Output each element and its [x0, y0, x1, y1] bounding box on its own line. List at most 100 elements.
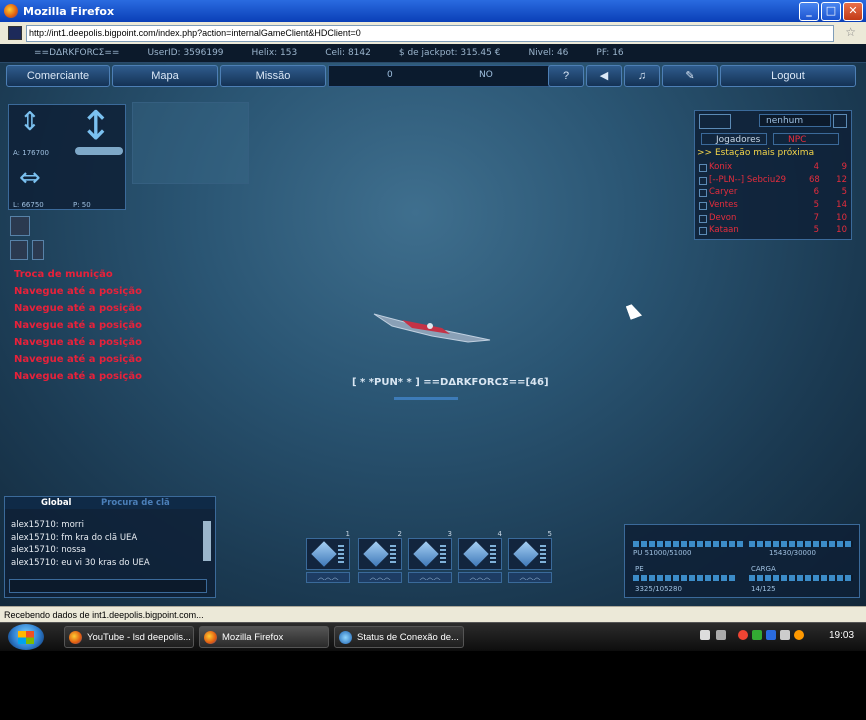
- tab-npc[interactable]: NPC: [773, 133, 839, 145]
- taskbar-item-connection[interactable]: Status de Conexão de...: [334, 626, 464, 648]
- start-button[interactable]: [8, 624, 44, 650]
- player-list: Konix 4 9 [--PLN--] Sebciu29 68 12 Caryer 6 5 …: [695, 161, 851, 237]
- repair-icon[interactable]: [10, 240, 28, 260]
- window-titlebar: Mozilla Firefox _ □ ✕: [0, 0, 866, 22]
- address-input[interactable]: http://int1.deepolis.bigpoint.com/index.…: [26, 25, 834, 42]
- upgrade-arrow-icon[interactable]: ︿︿︿: [508, 572, 552, 583]
- chat-line: alex15710: eu vi 30 kras do UEA: [11, 557, 150, 568]
- mouse-cursor-icon: [625, 302, 643, 320]
- upgrade-arrow-icon[interactable]: ︿︿︿: [358, 572, 402, 583]
- network-tray-icon[interactable]: [766, 630, 776, 640]
- nivel-text: Nivel: 46: [528, 48, 569, 58]
- weapon-slot[interactable]: 3 ︿︿︿: [408, 530, 452, 588]
- window-title: Mozilla Firefox: [23, 4, 115, 18]
- battery-icon: [32, 240, 44, 260]
- pu-label: PU 51000/51000: [633, 549, 692, 557]
- helix-text: Helix: 153: [251, 48, 298, 58]
- message-item: Navegue até a posição: [14, 286, 142, 297]
- comerciante-button[interactable]: Comerciante: [6, 65, 110, 87]
- weapon-icon: [463, 541, 489, 567]
- tab-procura-cla[interactable]: Procura de clã: [101, 498, 170, 508]
- depth-arrow-icon[interactable]: ↕: [79, 106, 113, 146]
- weapon-slot[interactable]: 2 ︿︿︿: [358, 530, 402, 588]
- address-bar-area: http://int1.deepolis.bigpoint.com/index.…: [0, 22, 866, 45]
- carga-bar: [749, 575, 853, 581]
- weapon-slot[interactable]: 4 ︿︿︿: [458, 530, 502, 588]
- minimize-button[interactable]: _: [799, 2, 819, 21]
- panel-header: nenhum: [695, 111, 851, 131]
- ammo-bars: [338, 545, 344, 565]
- upgrade-arrow-icon[interactable]: ︿︿︿: [458, 572, 502, 583]
- minimap[interactable]: [132, 102, 249, 184]
- tab-global[interactable]: Global: [41, 498, 71, 508]
- username-text: ==DΔRKFORCΣ==: [34, 48, 120, 58]
- taskbar-item-firefox[interactable]: Mozilla Firefox: [199, 626, 329, 648]
- maximize-button[interactable]: □: [821, 2, 841, 21]
- music-icon[interactable]: ♫: [624, 65, 660, 87]
- longitude-value: L: 66750: [13, 201, 44, 209]
- chat-input[interactable]: [9, 579, 207, 593]
- chat-line: alex15710: morri: [11, 520, 84, 530]
- help-tray-icon[interactable]: [700, 630, 710, 640]
- game-menu-bar: Comerciante Mapa Missão 0 NO ? ◀ ♫ ✎ Log…: [6, 65, 856, 87]
- carga-value: 14/125: [751, 585, 776, 593]
- tab-jogadores[interactable]: Jogadores: [701, 133, 767, 145]
- upgrade-arrow-icon[interactable]: ︿︿︿: [408, 572, 452, 583]
- tray-icon[interactable]: [752, 630, 762, 640]
- player-row[interactable]: Devon 7 10: [695, 212, 851, 225]
- player-icon: [699, 227, 707, 236]
- center-status-box: 0 NO: [328, 65, 552, 87]
- game-canvas[interactable]: ==DΔRKFORCΣ== UserID: 3596199 Helix: 153…: [0, 44, 866, 606]
- upgrade-arrow-icon[interactable]: ︿︿︿: [306, 572, 350, 583]
- system-tray: 19:03: [698, 627, 866, 647]
- player-health-bar: [394, 397, 458, 400]
- volume-icon[interactable]: [780, 630, 790, 640]
- player-submarine[interactable]: [372, 306, 494, 346]
- player-row[interactable]: Konix 4 9: [695, 161, 851, 174]
- message-item: Navegue até a posição: [14, 320, 142, 331]
- message-item: Navegue até a posição: [14, 337, 142, 348]
- tray-icon[interactable]: [794, 630, 804, 640]
- player-row[interactable]: Kataan 5 10: [695, 224, 851, 237]
- missao-button[interactable]: Missão: [220, 65, 326, 87]
- weapon-slot[interactable]: 5 ︿︿︿: [508, 530, 552, 588]
- antivirus-icon[interactable]: [738, 630, 748, 640]
- close-panel-icon[interactable]: [833, 114, 847, 128]
- player-icon: [699, 202, 707, 211]
- player-icon: [699, 214, 707, 223]
- tray-icon[interactable]: [716, 630, 726, 640]
- weapon-icon: [311, 541, 337, 567]
- station-link[interactable]: >> Estação mais próxima: [697, 148, 814, 158]
- help-button[interactable]: ?: [548, 65, 584, 87]
- toggle-icon[interactable]: [699, 114, 731, 129]
- weapon-icon: [413, 541, 439, 567]
- bookmark-star-icon[interactable]: ☆: [845, 25, 856, 39]
- browser-status-bar: Recebendo dados de int1.deepolis.bigpoin…: [0, 606, 866, 622]
- weapon-slot[interactable]: 1 ︿︿︿: [306, 530, 350, 588]
- message-item: Navegue até a posição: [14, 371, 142, 382]
- ammo-icon[interactable]: [10, 216, 30, 236]
- player-row[interactable]: Caryer 6 5: [695, 186, 851, 199]
- clock[interactable]: 19:03: [829, 630, 854, 641]
- up-down-arrow-icon[interactable]: ⇕: [19, 109, 41, 135]
- message-item: Navegue até a posição: [14, 303, 142, 314]
- ship-stats-panel: PU 51000/51000 15430/30000 PE CARGA 3325…: [624, 524, 860, 598]
- settings-icon[interactable]: ✎: [662, 65, 718, 87]
- player-row[interactable]: Ventes 5 14: [695, 199, 851, 212]
- chat-scrollbar[interactable]: [203, 521, 211, 561]
- sound-icon[interactable]: ◀: [586, 65, 622, 87]
- left-right-arrow-icon[interactable]: ⇔: [19, 165, 41, 191]
- taskbar: YouTube - lsd deepolis... Mozilla Firefo…: [0, 622, 866, 651]
- player-row[interactable]: [--PLN--] Sebciu29 68 12: [695, 174, 851, 187]
- logout-button[interactable]: Logout: [720, 65, 856, 87]
- mapa-button[interactable]: Mapa: [112, 65, 218, 87]
- close-button[interactable]: ✕: [843, 2, 863, 21]
- ammo-bars: [390, 545, 396, 565]
- taskbar-item-youtube[interactable]: YouTube - lsd deepolis...: [64, 626, 194, 648]
- ammo-bars: [540, 545, 546, 565]
- message-item: Troca de munição: [14, 269, 113, 280]
- navigation-panel: ⇕ A: 176700 ⇔ L: 66750 ↕ P: 50: [8, 104, 126, 210]
- chat-line: alex15710: fm kra do clã UEA: [11, 532, 138, 543]
- filter-dropdown[interactable]: nenhum: [759, 114, 831, 127]
- carga-label: CARGA: [751, 565, 776, 573]
